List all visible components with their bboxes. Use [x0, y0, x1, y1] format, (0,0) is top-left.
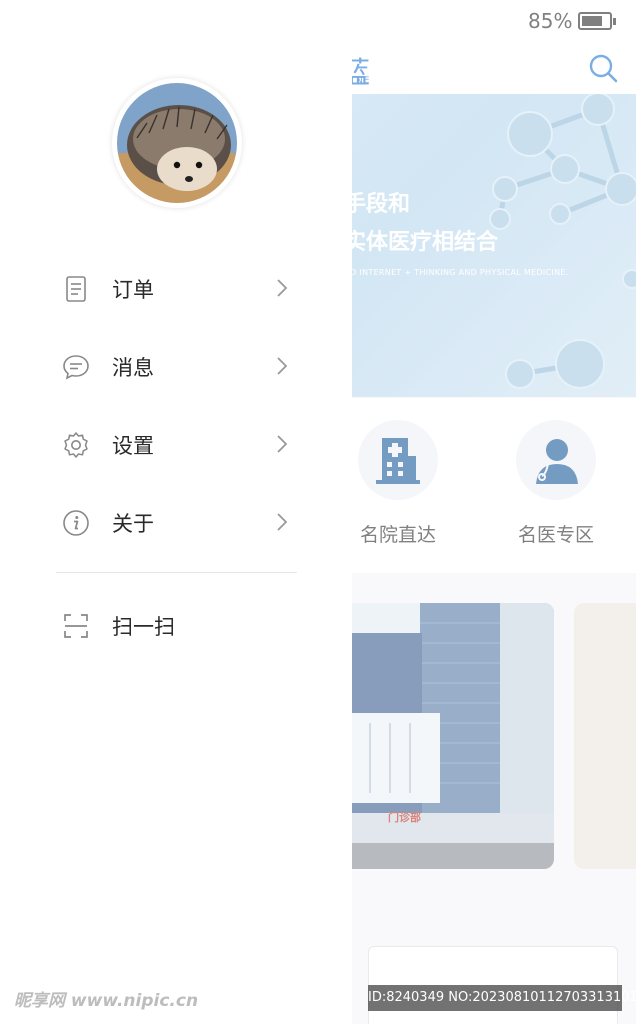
chevron-right-icon	[277, 513, 288, 531]
drawer-item-about-label: 关于	[112, 512, 154, 536]
chevron-right-icon	[277, 279, 288, 297]
chevron-right-icon	[277, 357, 288, 375]
avatar[interactable]	[112, 78, 242, 208]
drawer-item-settings[interactable]: 设置	[0, 414, 352, 474]
info-icon	[63, 510, 89, 536]
drawer-item-settings-label: 设置	[112, 434, 154, 458]
hedgehog-avatar-image	[117, 83, 237, 203]
divider	[56, 572, 297, 573]
side-drawer: 订单 消息 设置 关于 扫一扫 昵享网 www.nipic.cn	[0, 0, 352, 1024]
message-icon	[63, 355, 89, 380]
drawer-item-messages-label: 消息	[112, 356, 154, 380]
drawer-item-scan-label: 扫一扫	[112, 615, 175, 639]
scan-icon	[64, 614, 88, 638]
drawer-item-orders[interactable]: 订单	[0, 258, 352, 318]
drawer-item-messages[interactable]: 消息	[0, 336, 352, 396]
chevron-right-icon	[277, 435, 288, 453]
drawer-item-orders-label: 订单	[112, 278, 154, 302]
settings-icon	[64, 432, 88, 458]
order-icon	[66, 276, 86, 302]
image-id-watermark: ID:8240349 NO:20230810112703313101	[368, 985, 636, 1011]
drawer-item-scan[interactable]: 扫一扫	[0, 595, 352, 655]
drawer-item-about[interactable]: 关于	[0, 492, 352, 552]
site-watermark: 昵享网 www.nipic.cn	[14, 991, 199, 1011]
